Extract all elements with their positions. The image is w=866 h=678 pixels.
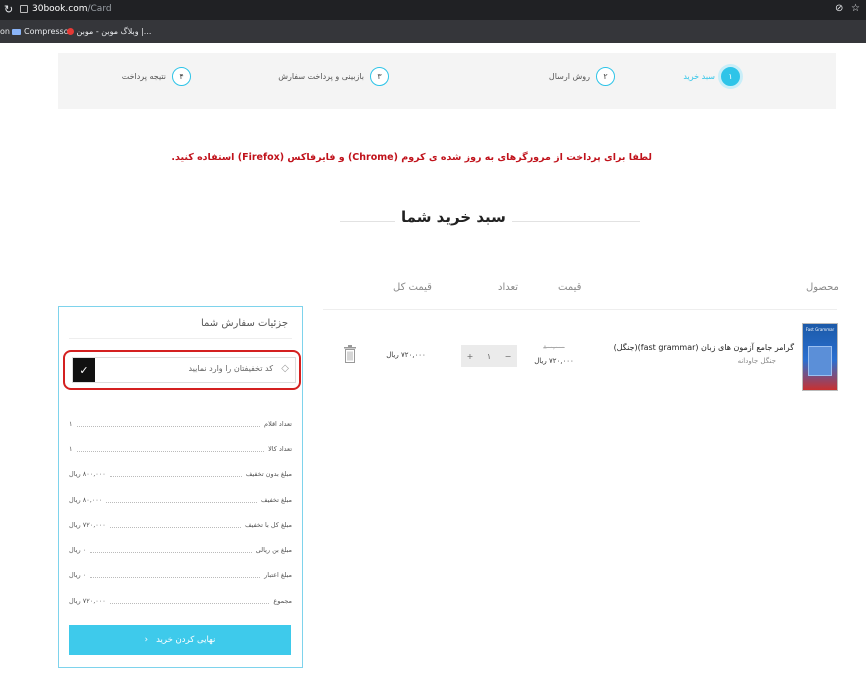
step-result[interactable]: ۴ نتیجه پرداخت (122, 67, 191, 86)
summary-value: ۸۰۰,۰۰۰ ریال (69, 470, 106, 479)
summary-value: ۱ (69, 419, 73, 428)
summary-row: مبلغ تخفیف ۸۰,۰۰۰ ریال (69, 487, 292, 512)
bookmarks-bar: on Compressor وبلاگ موبن - موبن |... (0, 20, 866, 43)
bookmark-label: وبلاگ موبن - موبن |... (76, 27, 152, 36)
browser-toolbar: ↻ 30book.com/Card ⊘ ☆ (0, 0, 866, 20)
bookmark-compressor[interactable]: Compressor (12, 27, 72, 36)
quantity-stepper: + ۱ − (461, 345, 517, 367)
summary-value: ۰ ریال (69, 546, 87, 555)
reload-icon[interactable]: ↻ (4, 3, 13, 16)
order-summary: جزئیات سفارش شما ✓ ◇ کد تخفیفتان را وارد… (58, 306, 303, 668)
bookmark-blog[interactable]: وبلاگ موبن - موبن |... (64, 27, 151, 36)
header-price: قیمت (558, 282, 582, 293)
decrease-button[interactable]: − (499, 352, 517, 361)
step-review[interactable]: ۳ بازبینی و پرداخت سفارش (278, 67, 389, 86)
summary-label: مبلغ تخفیف (260, 495, 292, 504)
increase-button[interactable]: + (461, 352, 479, 361)
favicon-icon (67, 28, 74, 35)
summary-label: مجموع (273, 596, 292, 605)
step-label: بازبینی و پرداخت سفارش (278, 72, 364, 81)
book-cover-text: Fast Grammar (805, 327, 835, 332)
summary-label: تعداد اقلام (264, 419, 292, 428)
line-total: ۷۲۰,۰۰۰ ریال (386, 351, 426, 359)
folder-icon (12, 28, 21, 35)
summary-label: مبلغ کل با تخفیف (244, 520, 292, 529)
summary-row: مبلغ بن ریالی ۰ ریال (69, 537, 292, 562)
quantity-value[interactable]: ۱ (480, 352, 498, 361)
chevron-left-icon: ‹ (144, 635, 149, 645)
checkout-button[interactable]: نهایی کردن خرید ‹ (69, 625, 291, 655)
order-summary-title: جزئیات سفارش شما (200, 318, 288, 329)
summary-label: مبلغ بدون تخفیف (245, 470, 292, 479)
apply-coupon-button[interactable]: ✓ (73, 358, 95, 382)
step-label: روش ارسال (548, 72, 590, 81)
summary-label: تعداد کالا (268, 444, 292, 453)
trash-icon[interactable] (343, 345, 357, 367)
address-bar[interactable]: 30book.com/Card (32, 4, 112, 14)
checkout-label: نهایی کردن خرید (156, 635, 216, 645)
summary-row: تعداد اقلام ۱ (69, 411, 292, 436)
step-number: ۳ (370, 67, 389, 86)
header-product: محصول (806, 282, 839, 293)
step-label: سبد خرید (683, 72, 715, 81)
step-label: نتیجه پرداخت (121, 72, 166, 81)
product-publisher: جنگل جاودانه (737, 357, 776, 365)
summary-row: تعداد کالا ۱ (69, 436, 292, 461)
step-shipping[interactable]: ۲ روش ارسال (549, 67, 615, 86)
coupon-placeholder: کد تخفیفتان را وارد نمایید (188, 364, 273, 373)
tag-icon: ◇ (281, 363, 289, 374)
summary-label: مبلغ بن ریالی (255, 546, 292, 555)
summary-value: ۰ ریال (69, 571, 87, 580)
header-total: قیمت کل (393, 282, 432, 293)
star-icon[interactable]: ☆ (851, 3, 860, 14)
url-host: 30book.com (32, 4, 88, 14)
table-divider (323, 309, 837, 310)
summary-value: ۸۰,۰۰۰ ریال (69, 495, 103, 504)
step-number: ۲ (596, 67, 615, 86)
unit-price: ۷۲۰,۰۰۰ ریال (534, 357, 574, 365)
checkout-steps: ۱ سبد خرید ۲ روش ارسال ۳ بازبینی و پرداخ… (58, 53, 836, 109)
summary-row: مبلغ کل با تخفیف ۷۲۰,۰۰۰ ریال (69, 512, 292, 537)
coupon-highlight: ✓ ◇ کد تخفیفتان را وارد نمایید (63, 350, 301, 390)
summary-label: مبلغ اعتبار (264, 571, 292, 580)
browser-warning: لطفا برای پرداخت از مرورگرهای به روز شده… (171, 152, 652, 163)
summary-row: مجموع ۷۲۰,۰۰۰ ریال (69, 588, 292, 613)
old-price: ۸۰۰,۰۰۰ (543, 344, 565, 351)
summary-row: مبلغ اعتبار ۰ ریال (69, 563, 292, 588)
summary-value: ۷۲۰,۰۰۰ ریال (69, 596, 106, 605)
lock-icon[interactable] (20, 5, 28, 13)
step-number: ۱ (721, 67, 740, 86)
summary-value: ۱ (69, 444, 73, 453)
bookmark-item[interactable]: on (0, 27, 10, 36)
summary-row: مبلغ بدون تخفیف ۸۰۰,۰۰۰ ریال (69, 462, 292, 487)
header-qty: تعداد (498, 282, 519, 293)
eye-off-icon[interactable]: ⊘ (835, 3, 843, 14)
page-title: سبد خرید شما (395, 208, 512, 226)
product-name[interactable]: گرامر جامع آزمون های زبان (fast grammar)… (600, 343, 794, 352)
url-path: /Card (87, 4, 112, 14)
step-number: ۴ (172, 67, 191, 86)
coupon-field[interactable]: ✓ ◇ کد تخفیفتان را وارد نمایید (72, 357, 296, 383)
book-cover-image[interactable]: Fast Grammar (802, 323, 838, 391)
order-summary-rows: تعداد اقلام ۱ تعداد کالا ۱ مبلغ بدون تخفیف… (69, 411, 292, 613)
step-cart[interactable]: ۱ سبد خرید (683, 67, 740, 86)
summary-value: ۷۲۰,۰۰۰ ریال (69, 520, 106, 529)
bookmark-label: on (0, 27, 10, 36)
